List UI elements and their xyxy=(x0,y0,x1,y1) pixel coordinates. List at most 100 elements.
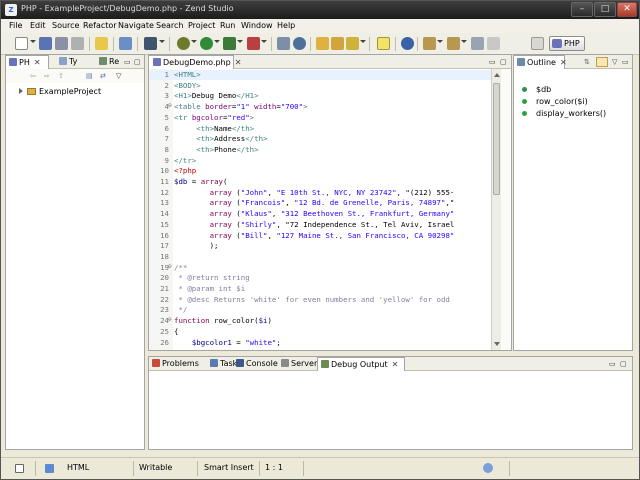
tab-remote-systems[interactable]: Re xyxy=(96,55,119,69)
debug-dropdown-icon[interactable] xyxy=(191,40,197,43)
code-line[interactable]: 14 array ("Klaus", "312 Beethoven St., F… xyxy=(149,209,491,219)
minimize-button[interactable]: – xyxy=(571,2,593,17)
menu-run[interactable]: Run xyxy=(220,21,235,30)
fold-toggle-icon[interactable]: ⊖ xyxy=(168,316,172,323)
scroll-down-icon[interactable] xyxy=(494,342,500,346)
link-editor-icon[interactable]: ⇄ xyxy=(100,72,106,80)
code-line[interactable]: 4 ⊖ <table border="1" width="700"> xyxy=(149,102,491,112)
code-line[interactable]: 6 <th>Name</th> xyxy=(149,124,491,134)
new-file-icon[interactable] xyxy=(15,37,28,50)
tab-debugdemo-php[interactable]: DebugDemo.php ✕ xyxy=(148,55,241,69)
open-resource-icon[interactable] xyxy=(331,37,344,50)
code-line[interactable]: 25 { xyxy=(149,327,491,337)
editor-vertical-scrollbar[interactable] xyxy=(491,69,501,350)
view-menu-icon[interactable]: ▽ xyxy=(612,58,617,66)
code-line[interactable]: 16 array ("Bill", "127 Maine St., San Fr… xyxy=(149,231,491,241)
menu-window[interactable]: Window xyxy=(241,21,273,30)
code-line[interactable]: 18 xyxy=(149,252,491,262)
outline-item-db[interactable]: $db xyxy=(522,85,551,94)
fold-toggle-icon[interactable]: ⊖ xyxy=(168,263,172,270)
code-line[interactable]: 9 </tr> xyxy=(149,156,491,166)
save-all-icon[interactable] xyxy=(55,37,68,50)
php-perspective-button[interactable]: PHP xyxy=(549,36,585,51)
minimize-view-icon[interactable]: ▭ xyxy=(609,360,616,368)
external-tools-dropdown-icon[interactable] xyxy=(261,40,267,43)
menu-project[interactable]: Project xyxy=(188,21,215,30)
globe-icon[interactable] xyxy=(401,37,414,50)
minimize-view-icon[interactable]: ▭ xyxy=(622,58,629,66)
code-line[interactable]: 17 ); xyxy=(149,241,491,251)
code-line[interactable]: 12 array ("John", "E 10th St., NYC, NY 2… xyxy=(149,188,491,198)
sort-icon[interactable]: ⇅ xyxy=(584,58,590,66)
maximize-button[interactable]: □ xyxy=(594,2,616,17)
code-line[interactable]: 2 <BODY> xyxy=(149,81,491,91)
close-tab-icon[interactable]: ✕ xyxy=(560,56,567,70)
code-line[interactable]: 1 <HTML> xyxy=(149,70,491,81)
maximize-view-icon[interactable]: ▢ xyxy=(134,58,141,66)
code-editor[interactable]: 1 <HTML> 2 <BODY> 3 <H1>Debug Demo</H1> 4 ⊖ <tab… xyxy=(149,69,491,350)
code-line[interactable]: 24 ⊖ function row_color($i) xyxy=(149,316,491,326)
search-dropdown-icon[interactable] xyxy=(360,40,366,43)
overview-ruler[interactable] xyxy=(501,69,511,350)
title-bar[interactable]: Z PHP - ExampleProject/DebugDemo.php - Z… xyxy=(1,1,639,19)
code-line[interactable]: 7 <th>Address</th> xyxy=(149,134,491,144)
web-browser-icon[interactable] xyxy=(293,37,306,50)
debug-icon[interactable] xyxy=(177,37,190,50)
filter-icon[interactable] xyxy=(596,57,608,67)
profile-icon[interactable] xyxy=(223,37,236,50)
profile-dropdown-icon[interactable] xyxy=(237,40,243,43)
open-perspective-icon[interactable] xyxy=(531,37,544,50)
collapse-all-icon[interactable]: ▤ xyxy=(86,72,93,80)
tree-item-project[interactable]: ExampleProject xyxy=(19,87,101,96)
menu-search[interactable]: Search xyxy=(156,21,183,30)
tab-outline[interactable]: Outline ✕ xyxy=(513,55,567,70)
tab-type-hierarchy[interactable]: Ty xyxy=(56,55,77,69)
build-dropdown-icon[interactable] xyxy=(159,40,165,43)
code-line[interactable]: 11 $db = array( xyxy=(149,177,491,187)
close-tab-icon[interactable]: ✕ xyxy=(34,56,41,70)
php-tool-icon[interactable] xyxy=(119,37,132,50)
save-icon[interactable] xyxy=(39,37,52,50)
code-line[interactable]: 8 <th>Phone</th> xyxy=(149,145,491,155)
maximize-view-icon[interactable]: ▢ xyxy=(500,58,507,66)
help-icon[interactable] xyxy=(483,463,493,473)
run-icon[interactable] xyxy=(200,37,213,50)
back-icon[interactable] xyxy=(471,37,484,50)
tab-php-explorer[interactable]: PH ✕ xyxy=(5,55,49,69)
code-line[interactable]: 20 * @return string xyxy=(149,273,491,283)
menu-file[interactable]: File xyxy=(9,21,22,30)
run-dropdown-icon[interactable] xyxy=(214,40,220,43)
open-type-icon[interactable] xyxy=(316,37,329,50)
tab-debug-output[interactable]: Debug Output ✕ xyxy=(317,357,406,372)
fold-toggle-icon[interactable]: ⊖ xyxy=(168,102,172,109)
code-line[interactable]: 10 <?php xyxy=(149,166,491,176)
code-line[interactable]: 26 $bgcolor1 = "white"; xyxy=(149,338,491,348)
menu-help[interactable]: Help xyxy=(277,21,295,30)
back-nav-icon[interactable]: ⇦ xyxy=(30,72,36,80)
expand-arrow-icon[interactable] xyxy=(19,88,23,94)
code-line[interactable]: 23 */ xyxy=(149,305,491,315)
code-line[interactable]: 3 <H1>Debug Demo</H1> xyxy=(149,91,491,101)
code-line[interactable]: 19 ⊖/** xyxy=(149,263,491,273)
open-project-icon[interactable] xyxy=(95,37,108,50)
build-icon[interactable] xyxy=(144,37,157,50)
up-nav-icon[interactable]: ⇧ xyxy=(58,72,64,80)
maximize-view-icon[interactable]: ▢ xyxy=(620,360,627,368)
search-tool-icon[interactable] xyxy=(346,37,359,50)
menu-refactor[interactable]: Refactor xyxy=(83,21,117,30)
forward-icon[interactable] xyxy=(487,37,500,50)
new-dropdown-icon[interactable] xyxy=(30,40,36,43)
menu-navigate[interactable]: Navigate xyxy=(118,21,154,30)
minimize-view-icon[interactable]: ▭ xyxy=(489,58,496,66)
server-icon[interactable] xyxy=(277,37,290,50)
code-line[interactable]: 5 <tr bgcolor="red"> xyxy=(149,113,491,123)
close-tab-icon[interactable]: ✕ xyxy=(392,358,399,372)
close-button[interactable]: ✕ xyxy=(617,2,637,17)
code-line[interactable]: 15 array ("Shirly", "72 Independence St.… xyxy=(149,220,491,230)
next-annotation-dropdown-icon[interactable] xyxy=(437,40,443,43)
code-line[interactable]: 21 * @param int $i xyxy=(149,284,491,294)
next-annotation-icon[interactable] xyxy=(423,37,436,50)
menu-source[interactable]: Source xyxy=(52,21,79,30)
menu-edit[interactable]: Edit xyxy=(30,21,46,30)
code-line[interactable]: 13 array ("Francois", "12 Bd. de Grenell… xyxy=(149,198,491,208)
